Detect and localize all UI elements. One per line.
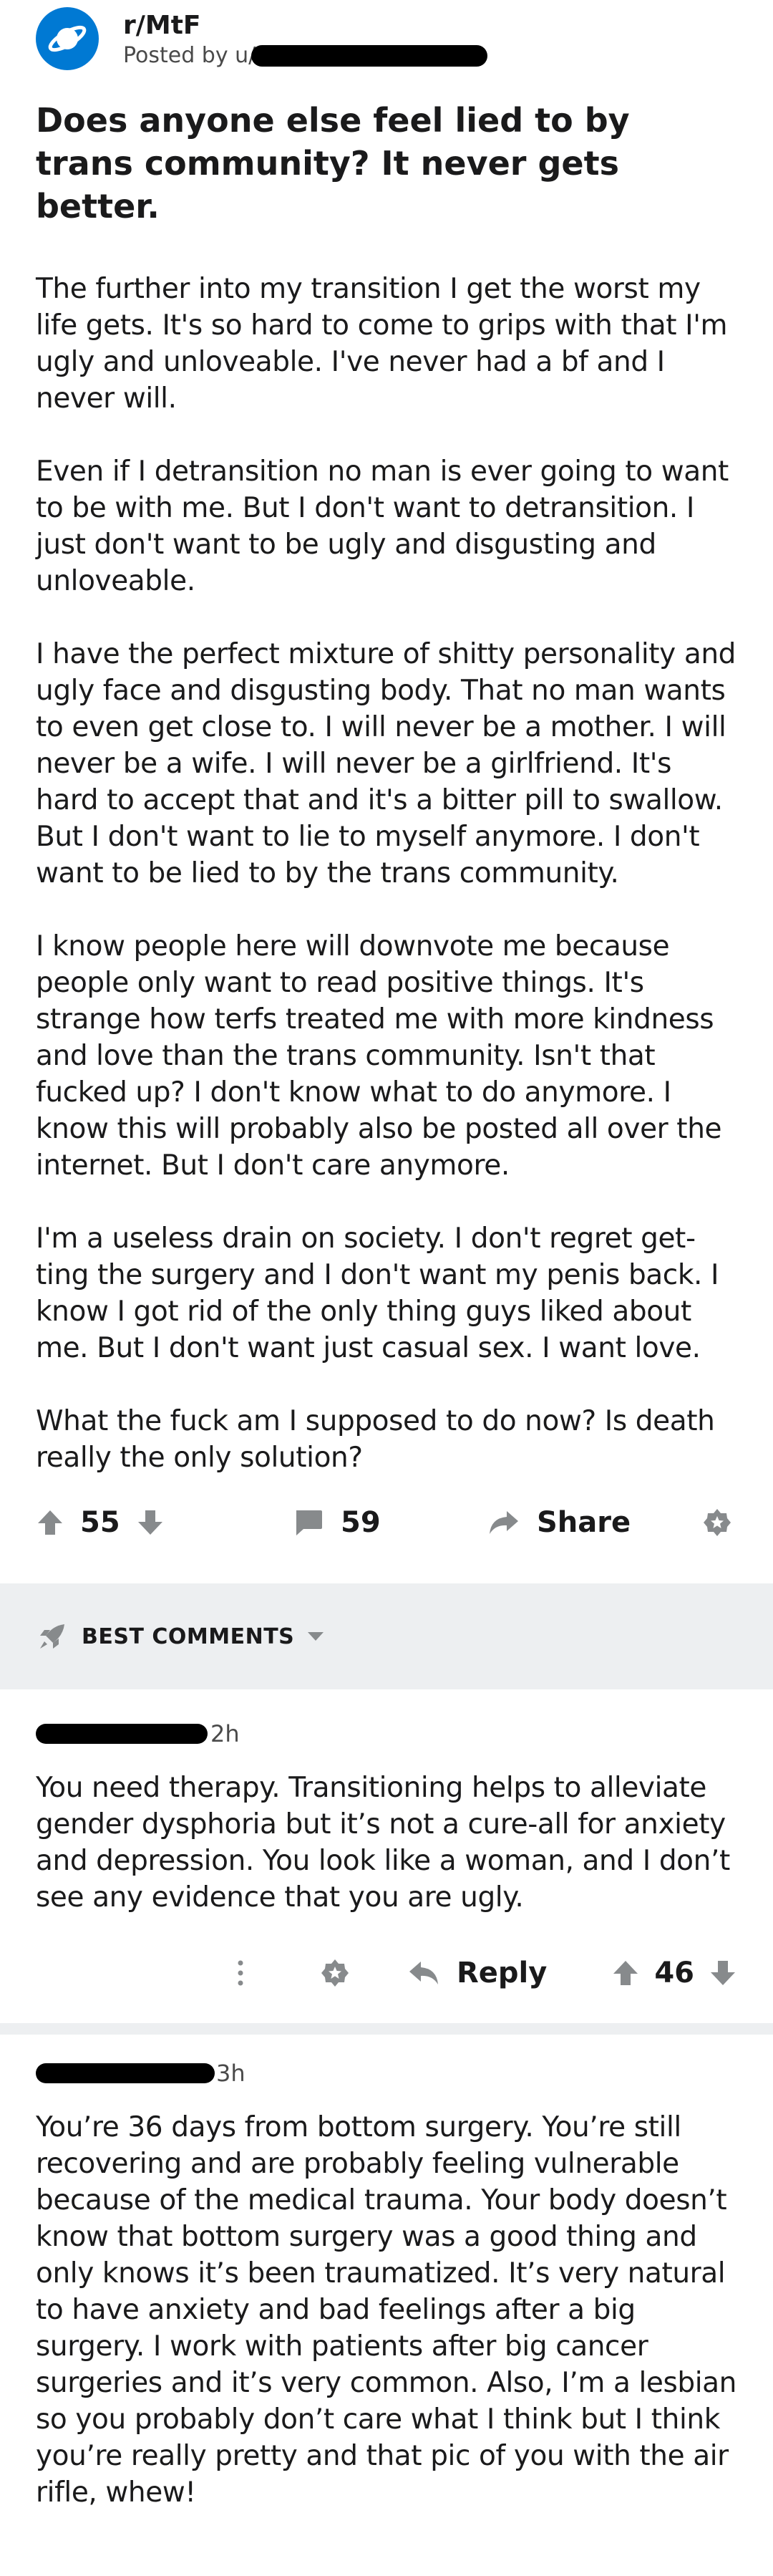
- post-paragraph: I'm a useless drain on society. I don't …: [36, 1222, 719, 1364]
- post-paragraph: I know people here will downvote me beca…: [36, 930, 722, 1182]
- reddit-planet-icon: [48, 25, 87, 52]
- redacted-username: [36, 2063, 215, 2083]
- comment: 3h You’re 36 days from bottom surgery. Y…: [0, 2052, 773, 2511]
- arrow-down-icon[interactable]: [709, 1959, 737, 1987]
- award-icon: [704, 1509, 731, 1536]
- caret-down-icon: [308, 1632, 324, 1641]
- vertical-dots-icon[interactable]: [233, 1957, 248, 1989]
- post-title: Does anyone else feel lied to by trans c…: [36, 101, 630, 226]
- post-score: 55: [80, 1506, 120, 1539]
- award-button[interactable]: [701, 1507, 733, 1538]
- comments-button[interactable]: 59: [293, 1506, 487, 1539]
- comment-age: 2h: [210, 1720, 240, 1747]
- rocket-icon: [40, 1624, 64, 1649]
- subreddit-name[interactable]: r/MtF: [123, 10, 487, 42]
- comment-meta: 3h: [36, 2052, 737, 2095]
- arrow-up-icon[interactable]: [611, 1959, 640, 1987]
- post-paragraph: I have the perfect mixture of shitty per…: [36, 638, 736, 889]
- post-actions-bar: 55 59 Share: [36, 1490, 737, 1555]
- comments-count: 59: [341, 1506, 381, 1539]
- post-paragraph: What the fuck am I supposed to do now? I…: [36, 1405, 715, 1474]
- comment-age: 3h: [216, 2060, 245, 2087]
- posted-by-label: Posted by u/: [123, 43, 256, 68]
- comments-sort-bar[interactable]: BEST COMMENTS: [0, 1583, 773, 1689]
- arrow-up-icon[interactable]: [36, 1508, 64, 1537]
- comment-meta: 2h: [36, 1712, 737, 1755]
- comment-body: You need therapy. Transitioning helps to…: [36, 1772, 730, 1914]
- comment-score: 46: [654, 1957, 694, 1989]
- posted-by: Posted by u/: [123, 42, 488, 70]
- reply-button[interactable]: Reply: [408, 1957, 547, 1989]
- post-body: The further into my transition I get the…: [36, 271, 737, 1476]
- vote-group: 55: [36, 1506, 293, 1539]
- reply-arrow-icon: [409, 1962, 438, 1984]
- comment-body: You’re 36 days from bottom surgery. You’…: [36, 2111, 736, 2509]
- sort-label: BEST COMMENTS: [82, 1624, 295, 1649]
- comment-actions: Reply 46: [36, 1937, 737, 2009]
- comment-divider: [0, 2023, 773, 2035]
- award-icon[interactable]: [319, 1957, 351, 1989]
- share-label: Share: [537, 1506, 631, 1539]
- share-arrow-icon: [490, 1511, 518, 1534]
- post-header: r/MtF Posted by u/: [36, 0, 737, 93]
- redacted-username: [251, 45, 488, 67]
- post-paragraph: Even if I detransition no man is ever go…: [36, 455, 729, 597]
- redacted-username: [36, 1724, 208, 1744]
- speech-bubble-icon: [296, 1510, 322, 1535]
- subreddit-avatar[interactable]: [36, 7, 99, 70]
- reply-label: Reply: [456, 1957, 548, 1989]
- post-paragraph: The further into my transition I get the…: [36, 273, 728, 415]
- comment: 2h You need therapy. Transitioning helps…: [0, 1712, 773, 2009]
- post: r/MtF Posted by u/ Does anyone else feel…: [0, 0, 773, 1555]
- arrow-down-icon[interactable]: [136, 1508, 165, 1537]
- share-button[interactable]: Share: [487, 1506, 701, 1539]
